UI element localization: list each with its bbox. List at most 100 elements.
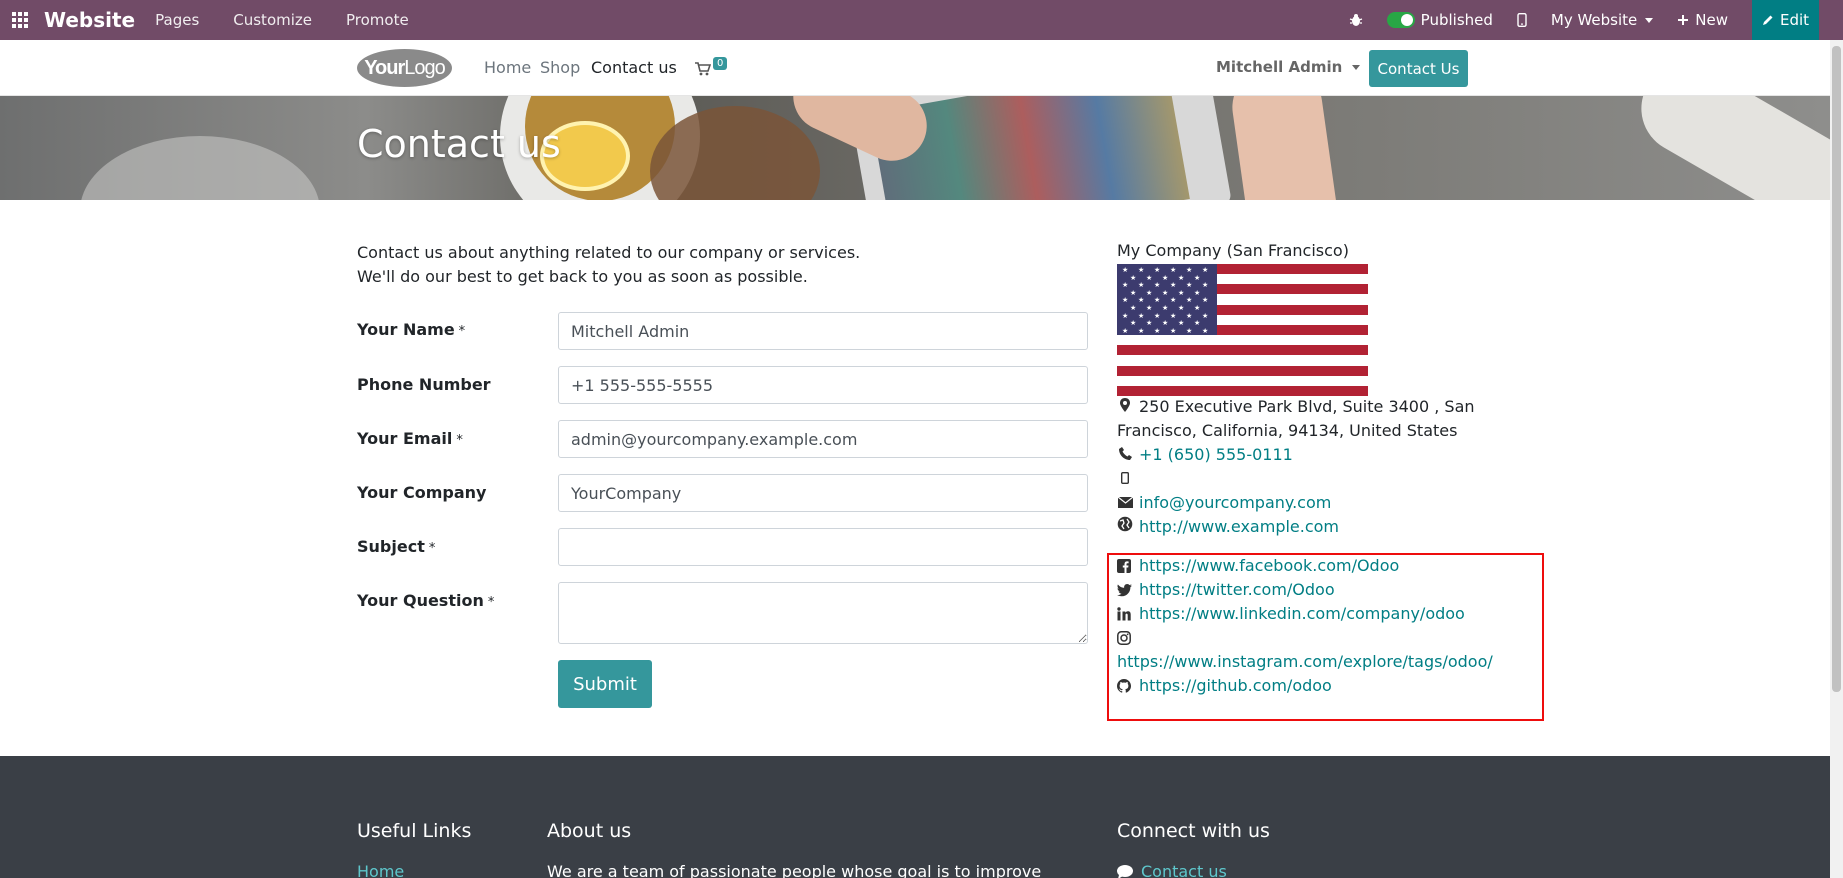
instagram-link[interactable] <box>1117 626 1139 650</box>
flag-star: ★ <box>1130 273 1137 282</box>
scrollbar-thumb[interactable] <box>1832 46 1841 692</box>
footer-link-home[interactable]: Home <box>357 862 404 878</box>
footer-contact-label: Contact us <box>1141 862 1227 878</box>
my-website-label: My Website <box>1550 11 1638 29</box>
linkedin-url: https://www.linkedin.com/company/odoo <box>1139 604 1465 623</box>
label-your-question: Your Question * <box>357 591 495 610</box>
flag-star: ★ <box>1122 266 1129 274</box>
nav-home[interactable]: Home <box>484 58 531 77</box>
cart-button[interactable]: 0 <box>695 57 731 81</box>
flag-star: ★ <box>1194 273 1201 282</box>
flag-star: ★ <box>1154 311 1161 320</box>
twitter-link[interactable]: https://twitter.com/Odoo <box>1117 578 1335 602</box>
flag-canton: ★ ★ ★ ★ ★ ★ ★ ★ ★ ★ ★ ★ ★ ★ ★ ★ ★ ★ ★ ★ ★ ★ ★ ★ ★ ★ ★ ★ ★ ★ ★ ★ ★ ★ ★ ★ ★ ★ ★ ★… <box>1117 264 1217 336</box>
mobile-icon <box>1517 13 1527 27</box>
facebook-icon <box>1117 556 1133 573</box>
flag-star: ★ <box>1170 296 1177 305</box>
plus-icon <box>1678 15 1689 25</box>
company-logo[interactable]: Your Logo <box>357 49 452 87</box>
phone-number-input[interactable] <box>558 366 1088 404</box>
flag-star: ★ <box>1146 288 1153 297</box>
admin-brand[interactable]: Website <box>44 8 135 32</box>
github-icon <box>1117 676 1133 693</box>
facebook-url: https://www.facebook.com/Odoo <box>1139 556 1400 575</box>
page-scrollbar[interactable] <box>1830 40 1843 878</box>
debug-bug-icon[interactable] <box>1349 13 1363 27</box>
banner-roll-decoration <box>1624 96 1830 200</box>
my-website-dropdown[interactable]: My Website <box>1550 11 1654 29</box>
us-flag-image: ★ ★ ★ ★ ★ ★ ★ ★ ★ ★ ★ ★ ★ ★ ★ ★ ★ ★ ★ ★ ★ ★ ★ ★ ★ ★ ★ ★ ★ ★ ★ ★ ★ ★ ★ ★ ★ ★ ★ ★… <box>1117 264 1368 396</box>
company-mobile <box>1117 467 1139 492</box>
menu-pages[interactable]: Pages <box>155 11 199 29</box>
flag-star: ★ <box>1154 296 1161 305</box>
website-link[interactable]: http://www.example.com <box>1139 517 1339 536</box>
logo-text-bold: Your <box>364 56 405 79</box>
flag-star: ★ <box>1138 296 1145 305</box>
twitter-url: https://twitter.com/Odoo <box>1139 580 1335 599</box>
footer-useful-links-title: Useful Links <box>357 820 472 842</box>
email-link[interactable]: info@yourcompany.com <box>1139 493 1331 512</box>
flag-star: ★ <box>1122 311 1129 320</box>
your-name-input[interactable] <box>558 312 1088 350</box>
shopping-cart-icon <box>695 62 711 76</box>
phone-link[interactable]: +1 (650) 555-0111 <box>1139 445 1293 464</box>
facebook-link[interactable]: https://www.facebook.com/Odoo <box>1117 554 1399 578</box>
flag-star: ★ <box>1130 304 1137 312</box>
instagram-url[interactable]: https://www.instagram.com/explore/tags/o… <box>1117 650 1493 674</box>
flag-star: ★ <box>1162 288 1169 297</box>
subject-input[interactable] <box>558 528 1088 566</box>
flag-star: ★ <box>1154 326 1161 335</box>
flag-star: ★ <box>1178 288 1185 297</box>
flag-star: ★ <box>1170 266 1177 274</box>
flag-star: ★ <box>1154 266 1161 274</box>
your-company-input[interactable] <box>558 474 1088 512</box>
flag-star: ★ <box>1146 273 1153 282</box>
company-email: info@yourcompany.com <box>1117 491 1331 516</box>
site-header: Your Logo Home Shop Contact us 0 Mitchell… <box>0 40 1830 96</box>
flag-stripe <box>1117 365 1368 376</box>
submit-button[interactable]: Submit <box>558 660 652 708</box>
caret-down-icon <box>1645 17 1654 23</box>
comment-icon <box>1117 865 1133 878</box>
your-email-input[interactable] <box>558 420 1088 458</box>
nav-shop[interactable]: Shop <box>540 58 580 77</box>
page-title: Contact us <box>357 122 561 166</box>
flag-star: ★ <box>1162 304 1169 312</box>
flag-star: ★ <box>1162 319 1169 328</box>
mobile-preview-button[interactable] <box>1517 13 1527 27</box>
apps-menu-button[interactable] <box>0 0 40 40</box>
published-toggle[interactable]: Published <box>1386 11 1493 29</box>
company-address: 250 Executive Park Blvd, Suite 3400 , Sa… <box>1117 395 1475 420</box>
flag-stripe <box>1117 335 1368 346</box>
contact-us-button[interactable]: Contact Us <box>1369 50 1468 87</box>
edit-button[interactable]: Edit <box>1752 0 1819 40</box>
published-label: Published <box>1420 11 1493 29</box>
footer-contact-link[interactable]: Contact us <box>1117 862 1227 878</box>
intro-line: Contact us about anything related to our… <box>357 243 861 262</box>
github-link[interactable]: https://github.com/odoo <box>1117 674 1332 698</box>
user-name: Mitchell Admin <box>1216 58 1343 76</box>
caret-down-icon <box>1352 64 1361 70</box>
company-name: My Company (San Francisco) <box>1117 241 1349 260</box>
menu-promote[interactable]: Promote <box>346 11 409 29</box>
flag-star: ★ <box>1122 326 1129 335</box>
admin-bar-right: Published My Website New Edit <box>1349 0 1843 40</box>
edit-label: Edit <box>1779 11 1810 29</box>
linkedin-link[interactable]: https://www.linkedin.com/company/odoo <box>1117 602 1465 626</box>
label-your-email: Your Email * <box>357 429 463 448</box>
user-menu-dropdown[interactable]: Mitchell Admin <box>1216 58 1361 76</box>
new-button[interactable]: New <box>1677 11 1728 29</box>
nav-contact-us[interactable]: Contact us <box>591 58 677 77</box>
label-phone-number: Phone Number <box>357 375 491 394</box>
instagram-icon <box>1117 628 1133 645</box>
your-question-textarea[interactable] <box>558 582 1088 644</box>
flag-star: ★ <box>1194 304 1201 312</box>
flag-star: ★ <box>1138 311 1145 320</box>
menu-customize[interactable]: Customize <box>233 11 312 29</box>
company-phone: +1 (650) 555-0111 <box>1117 443 1293 468</box>
footer-about-text: We are a team of passionate people whose… <box>547 862 1042 878</box>
flag-star: ★ <box>1170 326 1177 335</box>
flag-star: ★ <box>1186 296 1193 305</box>
footer-about-title: About us <box>547 820 632 842</box>
flag-star: ★ <box>1170 311 1177 320</box>
